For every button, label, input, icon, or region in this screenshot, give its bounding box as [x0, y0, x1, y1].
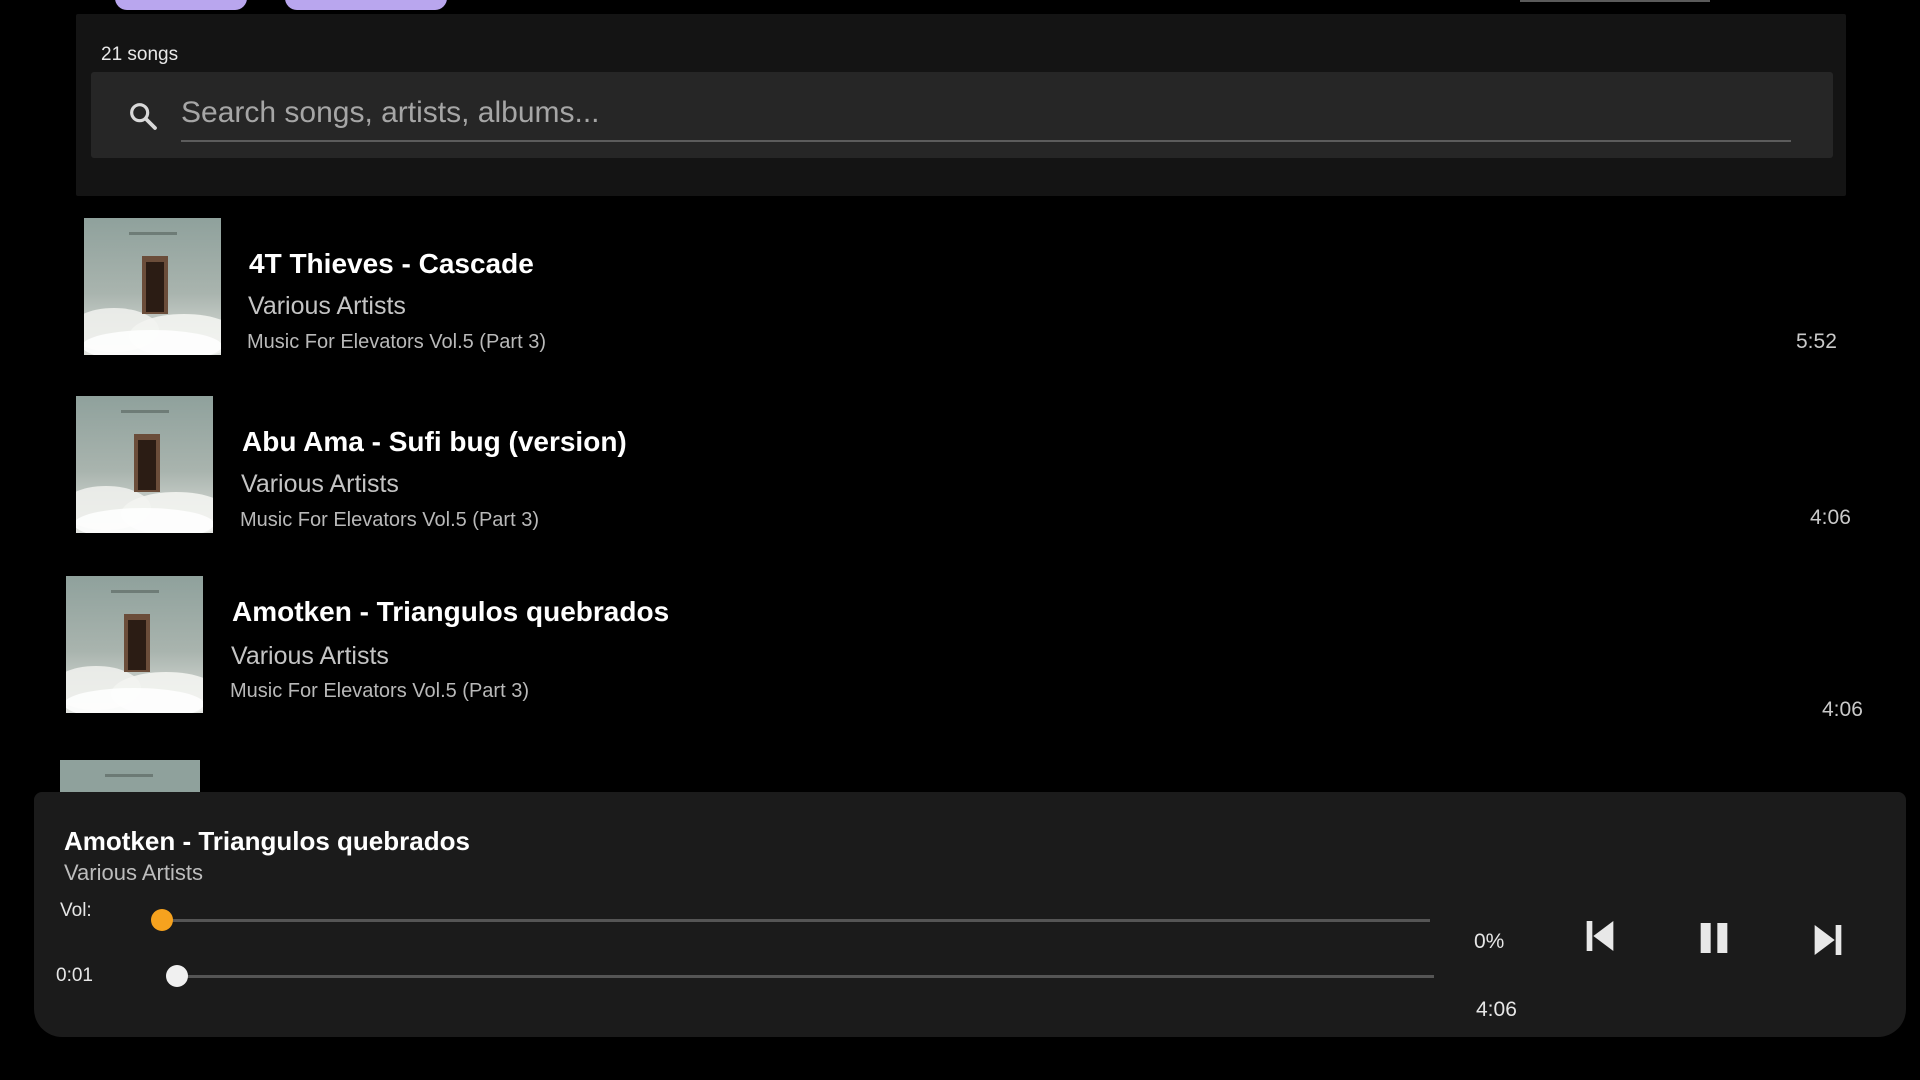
- album-art: [60, 760, 200, 795]
- album-art: [76, 396, 213, 533]
- volume-slider[interactable]: [151, 909, 1430, 931]
- library-header: 21 songs: [76, 14, 1846, 196]
- album-art: [84, 218, 221, 355]
- pause-icon[interactable]: [1694, 918, 1734, 958]
- total-time: 4:06: [1476, 998, 1517, 1021]
- song-count: 21 songs: [101, 44, 179, 65]
- song-title: 4T Thieves - Cascade: [249, 248, 534, 279]
- song-album: Music For Elevators Vol.5 (Part 3): [247, 331, 546, 353]
- top-tab-pills: [115, 0, 447, 10]
- now-playing-artist: Various Artists: [64, 860, 203, 885]
- top-divider: [1520, 0, 1710, 2]
- song-artist: Various Artists: [241, 470, 399, 498]
- search-input[interactable]: [181, 86, 1791, 142]
- tab-pill-1[interactable]: [115, 0, 247, 10]
- song-row[interactable]: Amotken - Triangulos quebrados Various A…: [66, 576, 1866, 726]
- song-album: Music For Elevators Vol.5 (Part 3): [240, 509, 539, 531]
- skip-previous-icon[interactable]: [1580, 916, 1620, 956]
- volume-percent: 0%: [1474, 930, 1505, 953]
- now-playing-bar: Amotken - Triangulos quebrados Various A…: [34, 792, 1906, 1037]
- song-title: Abu Ama - Sufi bug (version): [242, 426, 627, 457]
- volume-label: Vol:: [60, 900, 92, 921]
- song-artist: Various Artists: [231, 642, 389, 670]
- album-art: [66, 576, 203, 713]
- song-duration: 4:06: [1822, 698, 1863, 721]
- song-row[interactable]: Abu Ama - Sufi bug (version) Various Art…: [76, 396, 1856, 546]
- song-row[interactable]: [60, 760, 1870, 795]
- search-box: [91, 72, 1833, 158]
- tab-pill-2[interactable]: [285, 0, 447, 10]
- song-album: Music For Elevators Vol.5 (Part 3): [230, 680, 529, 702]
- now-playing-title: Amotken - Triangulos quebrados: [64, 826, 470, 856]
- song-artist: Various Artists: [248, 292, 406, 320]
- song-duration: 5:52: [1796, 330, 1837, 353]
- song-row[interactable]: 4T Thieves - Cascade Various Artists Mus…: [84, 218, 1844, 368]
- seek-slider[interactable]: [166, 965, 1434, 987]
- song-list: 4T Thieves - Cascade Various Artists Mus…: [0, 200, 1920, 795]
- skip-next-icon[interactable]: [1808, 920, 1848, 960]
- current-time: 0:01: [56, 965, 93, 986]
- song-duration: 4:06: [1810, 506, 1851, 529]
- seek-thumb[interactable]: [166, 965, 189, 987]
- song-title: Amotken - Triangulos quebrados: [232, 596, 670, 627]
- search-icon: [130, 103, 157, 130]
- volume-thumb[interactable]: [151, 909, 173, 931]
